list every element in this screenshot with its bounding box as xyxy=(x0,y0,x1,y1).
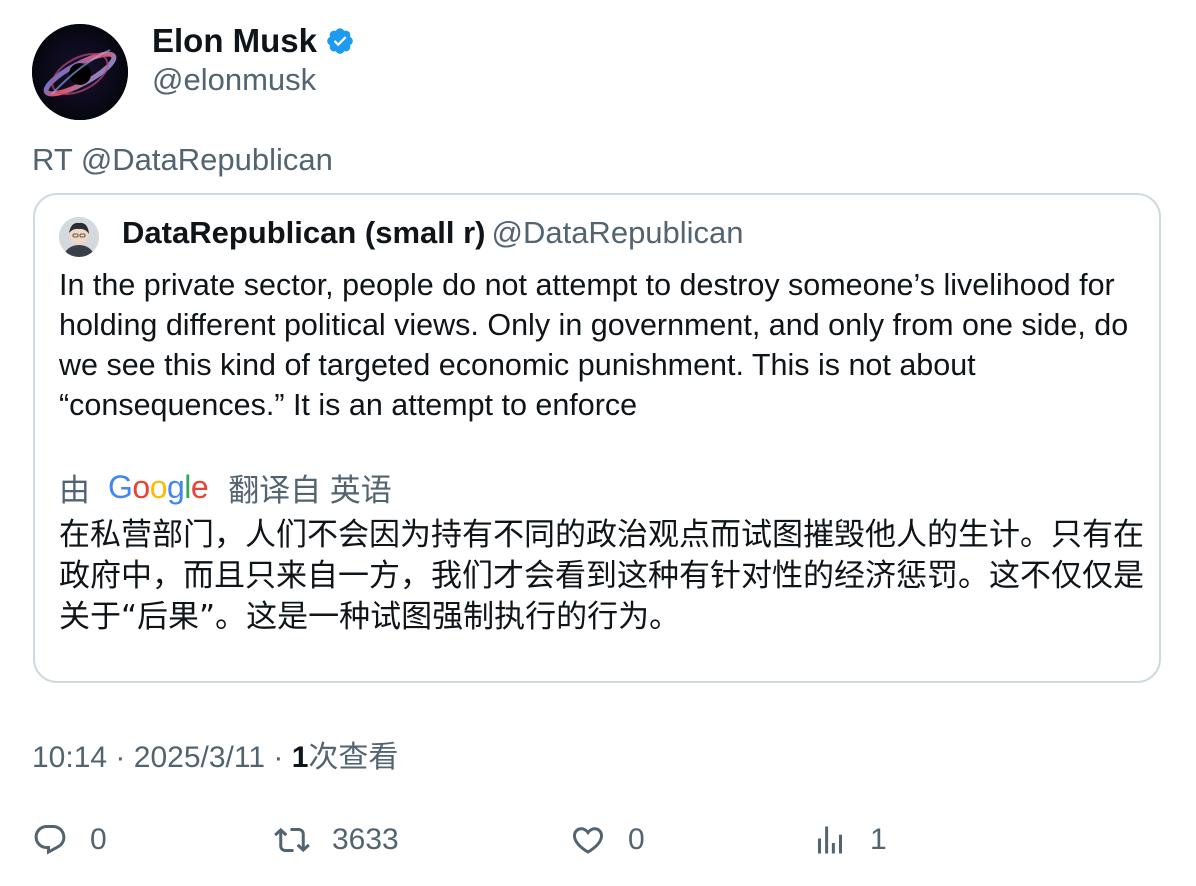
quoted-tweet-text: In the private sector, people do not att… xyxy=(59,268,1129,422)
views-button[interactable]: 1 xyxy=(812,818,887,862)
quoted-display-name[interactable]: DataRepublican (small r) xyxy=(122,215,485,250)
tweet-date[interactable]: 2025/3/11 xyxy=(134,741,265,774)
author-avatar[interactable] xyxy=(32,24,128,120)
views-label: 次查看 xyxy=(308,741,399,774)
avatar-image xyxy=(32,24,128,120)
author-display-name[interactable]: Elon Musk xyxy=(152,22,317,60)
author-handle[interactable]: @elonmusk xyxy=(152,62,316,98)
meta-separator: · xyxy=(273,741,284,774)
retweet-attribution: RT @DataRepublican xyxy=(32,142,333,177)
quoted-header: DataRepublican (small r) @DataRepublican xyxy=(122,215,744,251)
like-count: 0 xyxy=(628,823,645,856)
like-button[interactable]: 0 xyxy=(570,818,645,862)
heart-icon xyxy=(570,822,606,858)
views-count: 1 xyxy=(870,823,887,856)
reply-icon xyxy=(32,822,68,858)
translated-text: 在私营部门，人们不会因为持有不同的政治观点而试图摧毁他人的生计。只有在政府中，而… xyxy=(59,517,1144,635)
reply-button[interactable]: 0 xyxy=(32,818,107,862)
quoted-tweet-card[interactable]: DataRepublican (small r) @DataRepublican … xyxy=(33,193,1161,683)
bar-chart-icon xyxy=(812,822,848,858)
reply-count: 0 xyxy=(90,823,107,856)
retweet-icon xyxy=(274,822,310,858)
author-name-row[interactable]: Elon Musk xyxy=(152,20,355,62)
meta-separator: · xyxy=(115,741,126,774)
retweet-count: 3633 xyxy=(332,823,399,856)
quoted-avatar-image xyxy=(59,217,99,257)
retweet-button[interactable]: 3633 xyxy=(274,818,399,862)
google-logo: Google xyxy=(108,468,209,505)
translate-prefix: 由 xyxy=(59,472,90,508)
views-count-bold: 1 xyxy=(291,741,309,774)
verified-badge-icon xyxy=(325,26,355,56)
quoted-handle[interactable]: @DataRepublican xyxy=(491,215,743,250)
translation-attribution[interactable]: 由 Google 翻译自 英语 xyxy=(59,465,392,509)
translate-suffix: 翻译自 英语 xyxy=(228,472,392,508)
tweet-time[interactable]: 10:14 xyxy=(32,741,107,774)
tweet-meta: 10:14 · 2025/3/11 · 1次查看 xyxy=(32,732,398,776)
quoted-author-avatar[interactable] xyxy=(59,217,99,257)
